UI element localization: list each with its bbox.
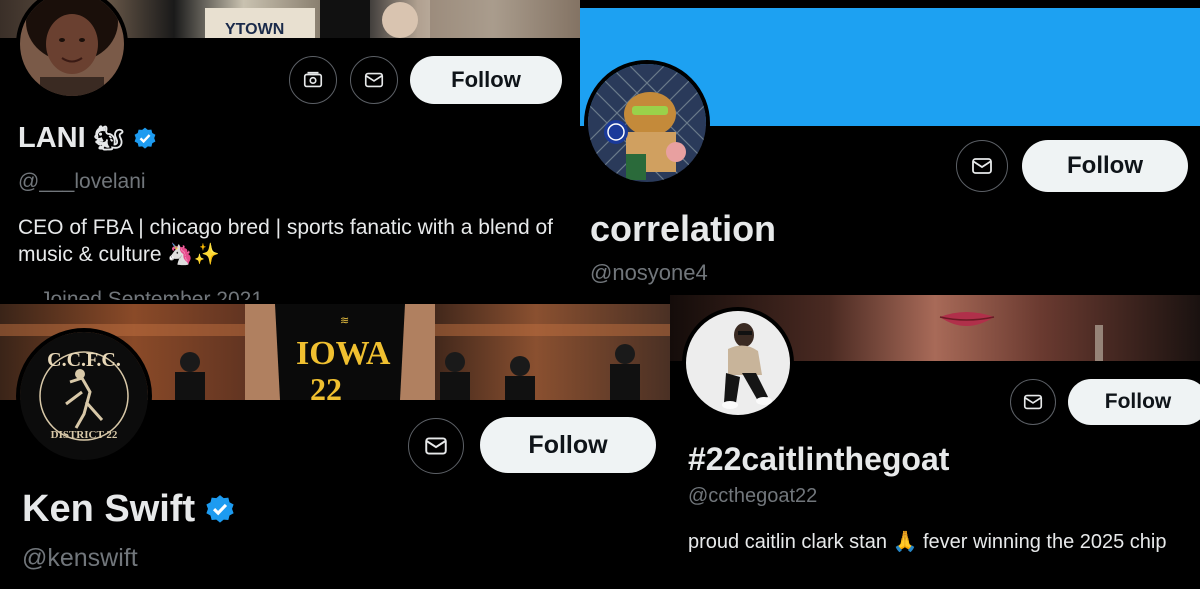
message-icon [972, 158, 992, 174]
profile-card-lani: YTOWN Follow LANI 🐿 @___lovelani CEO of … [0, 0, 580, 300]
display-name-text: correlation [590, 208, 777, 249]
joined-date: Joined September 2021 [40, 288, 263, 300]
bio: proud caitlin clark stan 🙏 fever winning… [688, 531, 1167, 553]
display-name-text: LANI [18, 122, 86, 154]
display-name: #22caitlinthegoat [688, 441, 949, 478]
bio: CEO of FBA | chicago bred | sports fanat… [18, 216, 554, 267]
display-name: LANI 🐿 [18, 122, 158, 155]
avatar[interactable] [16, 0, 128, 100]
avatar[interactable] [584, 60, 710, 186]
message-icon [425, 437, 447, 455]
message-button[interactable] [1010, 379, 1056, 425]
display-name: correlation [590, 208, 776, 250]
message-button[interactable] [350, 56, 398, 104]
handle: @ccthegoat22 [688, 485, 818, 507]
svg-text:≋: ≋ [340, 315, 349, 327]
handle: @nosyone4 [590, 260, 708, 285]
profile-card-correlation: Follow correlation @nosyone4 [580, 0, 1200, 295]
follow-button[interactable]: Follow [1022, 140, 1188, 192]
verified-badge-icon [134, 127, 156, 149]
svg-text:YTOWN: YTOWN [225, 21, 284, 38]
banner-jersey-number: 22 [310, 371, 342, 400]
avatar-subtext: DISTRICT 22 [51, 429, 118, 441]
avatar[interactable]: C.C.F.C. DISTRICT 22 [16, 328, 152, 464]
verified-badge-icon [206, 494, 234, 523]
display-name-text: Ken Swift [22, 488, 196, 530]
avatar-text: C.C.F.C. [47, 349, 121, 371]
name-emoji: 🐿 [93, 125, 125, 152]
subscribe-button[interactable] [289, 56, 337, 104]
profile-card-caitlinthegoat: Follow #22caitlinthegoat @ccthegoat22 pr… [670, 295, 1200, 589]
message-icon [364, 72, 384, 88]
follow-button[interactable]: Follow [1068, 379, 1200, 425]
avatar[interactable] [682, 307, 794, 419]
subscription-icon [303, 71, 323, 88]
follow-button[interactable]: Follow [480, 417, 656, 473]
profile-card-kenswift: ≋ IOWA 22 C.C.F.C. DISTRICT 22 Follow Ke… [0, 300, 670, 589]
handle: @___lovelani [18, 170, 146, 193]
message-button[interactable] [956, 140, 1008, 192]
handle: @kenswift [22, 544, 138, 572]
follow-button[interactable]: Follow [410, 56, 562, 104]
display-name-text: #22caitlinthegoat [688, 441, 950, 477]
display-name: Ken Swift [22, 488, 237, 531]
message-button[interactable] [408, 418, 464, 474]
banner-jersey-text: IOWA [296, 335, 391, 372]
message-icon [1023, 394, 1043, 410]
